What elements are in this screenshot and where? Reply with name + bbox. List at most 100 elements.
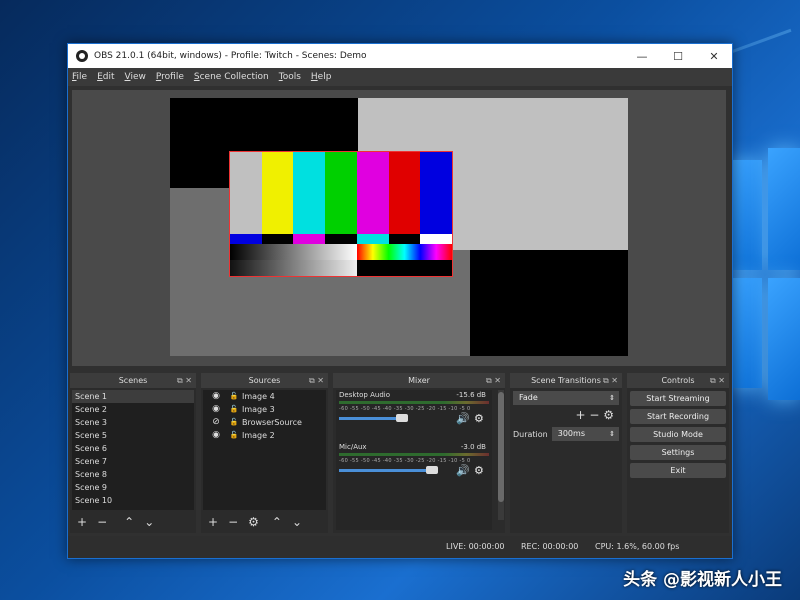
sources-dock: Sources ⧉ ✕ ◉ 🔓 Image 4 ◉ 🔓 Image 3 ⊘ 🔓 BrowserSo…: [201, 373, 328, 533]
source-item[interactable]: ⊘ 🔓 BrowserSource: [203, 416, 326, 429]
remove-icon[interactable]: −: [589, 408, 599, 422]
maximize-button[interactable]: ☐: [660, 50, 696, 63]
gear-icon[interactable]: ⚙: [474, 464, 484, 477]
menu-item[interactable]: Edit: [97, 72, 114, 82]
menu-item[interactable]: View: [125, 72, 146, 82]
sources-toolbar: + − ⚙ ⌃ ⌄: [203, 513, 326, 531]
menu-item[interactable]: Profile: [156, 72, 184, 82]
controls-header: Controls ⧉ ✕: [627, 373, 729, 388]
volume-slider[interactable]: [339, 417, 399, 420]
add-icon[interactable]: +: [77, 515, 87, 529]
menu-label: cene Collection: [199, 72, 269, 82]
settings-button[interactable]: Settings: [630, 445, 726, 460]
volume-slider-handle[interactable]: [396, 414, 408, 422]
eye-hidden-icon[interactable]: ⊘: [210, 416, 222, 429]
source-name: Image 2: [242, 431, 275, 440]
scene-item[interactable]: Scene 8: [72, 468, 194, 481]
controls-dock: Controls ⧉ ✕ Start Streaming Start Recordi…: [627, 373, 729, 533]
move-up-icon[interactable]: ⌃: [272, 515, 282, 529]
speaker-icon[interactable]: 🔊: [456, 464, 470, 477]
menu-label: elp: [317, 72, 332, 82]
source-name: Image 3: [242, 405, 275, 414]
menu-label: dit: [102, 72, 115, 82]
eye-icon[interactable]: ◉: [210, 429, 222, 442]
preview-canvas[interactable]: [170, 98, 628, 356]
meter-ticks: -60 -55 -50 -45 -40 -35 -30 -25 -20 -15 …: [339, 458, 471, 464]
black-block-bottom: [470, 250, 628, 356]
mixer-track: Mic/Aux -3.0 dB -60 -55 -50 -45 -40 -35 -3…: [336, 442, 492, 494]
eye-icon[interactable]: ◉: [210, 403, 222, 416]
color-bars-source[interactable]: [229, 151, 453, 277]
track-name: Desktop Audio: [339, 391, 390, 399]
remove-icon[interactable]: −: [97, 515, 107, 529]
menu-label: iew: [130, 72, 146, 82]
scene-item[interactable]: Scene 2: [72, 403, 194, 416]
live-status: LIVE: 00:00:00: [446, 542, 505, 551]
rec-status: REC: 00:00:00: [521, 542, 579, 551]
obs-logo-icon: [76, 50, 88, 62]
move-up-icon[interactable]: ⌃: [124, 515, 134, 529]
start-recording-button[interactable]: Start Recording: [630, 409, 726, 424]
lock-icon[interactable]: 🔓: [228, 429, 240, 442]
mixer-header: Mixer ⧉ ✕: [333, 373, 505, 388]
lock-icon[interactable]: 🔓: [228, 403, 240, 416]
preview-area[interactable]: [72, 90, 726, 366]
track-db: -3.0 dB: [460, 443, 486, 451]
add-icon[interactable]: +: [208, 515, 218, 529]
move-down-icon[interactable]: ⌄: [292, 515, 302, 529]
dock-area: Scenes ⧉ ✕ Scene 1 Scene 2 Scene 3 Scene 5 Sc…: [68, 373, 732, 558]
sources-list[interactable]: ◉ 🔓 Image 4 ◉ 🔓 Image 3 ⊘ 🔓 BrowserSource ◉ 🔓 Image…: [203, 390, 326, 510]
scene-item[interactable]: Scene 7: [72, 455, 194, 468]
menu-item[interactable]: Scene Collection: [194, 72, 269, 82]
volume-slider[interactable]: [339, 469, 429, 472]
source-item[interactable]: ◉ 🔓 Image 3: [203, 403, 326, 416]
mixer-scrollbar[interactable]: [498, 390, 504, 520]
scene-item[interactable]: Scene 5: [72, 429, 194, 442]
volume-slider-handle[interactable]: [426, 466, 438, 474]
exit-button[interactable]: Exit: [630, 463, 726, 478]
watermark-text: 头条 @影视新人小王: [623, 570, 782, 590]
start-streaming-button[interactable]: Start Streaming: [630, 391, 726, 406]
studio-mode-button[interactable]: Studio Mode: [630, 427, 726, 442]
scenes-list[interactable]: Scene 1 Scene 2 Scene 3 Scene 5 Scene 6 Scene…: [72, 390, 194, 510]
mixer-dock: Mixer ⧉ ✕ Desktop Audio -15.6 dB -60 -55 -5…: [333, 373, 505, 533]
source-name: Image 4: [242, 392, 275, 401]
lock-icon[interactable]: 🔓: [228, 416, 240, 429]
lock-icon[interactable]: 🔓: [228, 390, 240, 403]
gear-icon[interactable]: ⚙: [248, 515, 259, 529]
menu-item[interactable]: Help: [311, 72, 332, 82]
scene-item[interactable]: Scene 1: [72, 390, 194, 403]
minimize-button[interactable]: —: [624, 50, 660, 63]
gear-icon[interactable]: ⚙: [603, 408, 614, 422]
sources-header: Sources ⧉ ✕: [201, 373, 328, 388]
menu-item[interactable]: Tools: [279, 72, 301, 82]
transition-select[interactable]: Fade ⇕: [513, 391, 619, 405]
source-item[interactable]: ◉ 🔓 Image 4: [203, 390, 326, 403]
close-button[interactable]: ✕: [696, 50, 732, 63]
eye-icon[interactable]: ◉: [210, 390, 222, 403]
menu-label: rofile: [161, 72, 184, 82]
source-item[interactable]: ◉ 🔓 Image 2: [203, 429, 326, 442]
obs-window: OBS 21.0.1 (64bit, windows) - Profile: T…: [67, 43, 733, 559]
add-icon[interactable]: +: [575, 408, 585, 422]
scene-item[interactable]: Scene 6: [72, 442, 194, 455]
scene-item[interactable]: Scene 10: [72, 494, 194, 507]
volume-meter: [339, 401, 489, 404]
track-name: Mic/Aux: [339, 443, 367, 451]
duration-input[interactable]: 300ms ⇕: [551, 427, 619, 441]
menu-item[interactable]: File: [72, 72, 87, 82]
scenes-header: Scenes ⧉ ✕: [70, 373, 196, 388]
menu-bar: File Edit View Profile Scene Collection Tools…: [68, 68, 732, 86]
scenes-toolbar: + − ⌃ ⌄: [72, 513, 194, 531]
scene-item[interactable]: Scene 3: [72, 416, 194, 429]
track-db: -15.6 dB: [456, 391, 486, 399]
gear-icon[interactable]: ⚙: [474, 412, 484, 425]
cpu-status: CPU: 1.6%, 60.00 fps: [595, 542, 680, 551]
volume-meter: [339, 453, 489, 456]
remove-icon[interactable]: −: [228, 515, 238, 529]
move-down-icon[interactable]: ⌄: [144, 515, 154, 529]
speaker-icon[interactable]: 🔊: [456, 412, 470, 425]
mixer-panel: Desktop Audio -15.6 dB -60 -55 -50 -45 -40…: [336, 390, 492, 530]
scene-item[interactable]: Scene 9: [72, 481, 194, 494]
transitions-dock: Scene Transitions ⧉ ✕ Fade ⇕ + − ⚙ Duratio…: [510, 373, 622, 533]
